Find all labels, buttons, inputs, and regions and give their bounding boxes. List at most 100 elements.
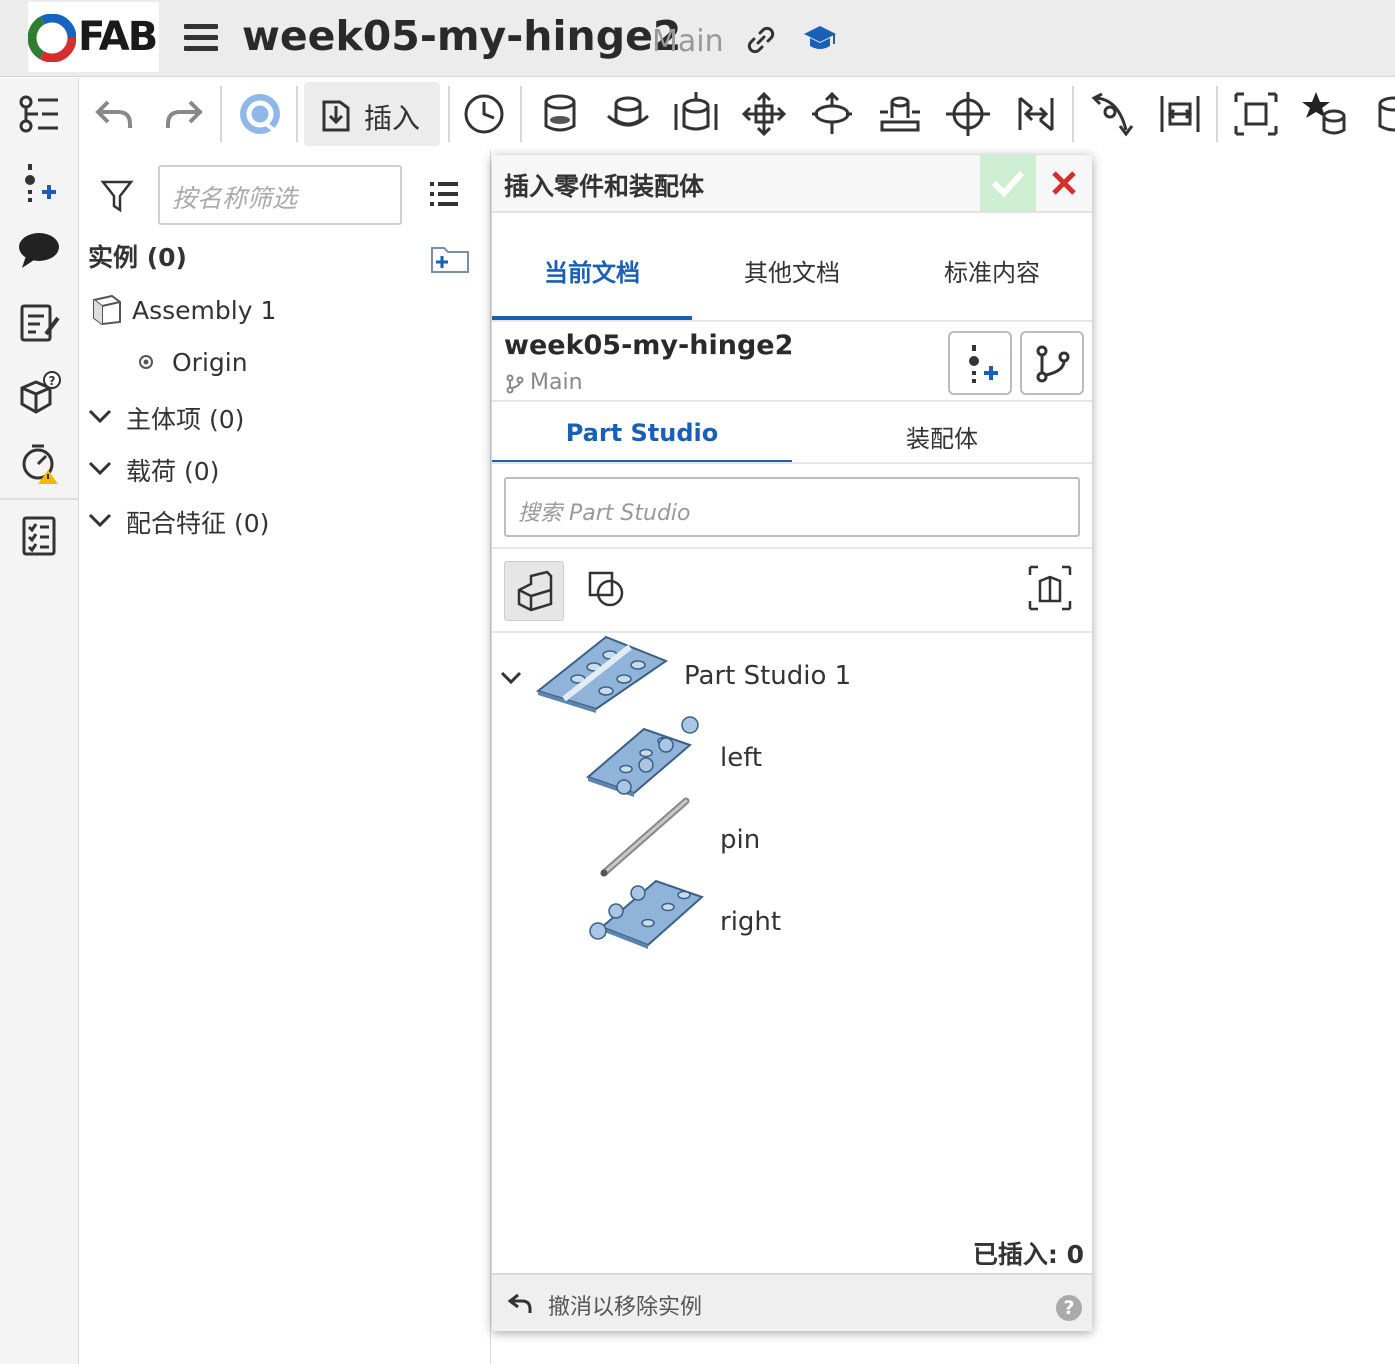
slider-mate-icon[interactable] [672,90,720,138]
subtab-assembly[interactable]: 装配体 [792,419,1092,454]
assembly-item[interactable]: Assembly 1 [132,296,276,325]
undo-hint: 撤消以移除实例 [548,1295,703,1320]
planar-mate-icon[interactable] [740,90,788,138]
insert-feature-button[interactable] [948,331,1012,395]
notes-icon[interactable] [16,300,62,346]
parts-filter-button[interactable] [504,561,564,621]
instances-header: 实例 (0) [88,243,187,272]
cylindrical-mate-icon[interactable] [808,90,856,138]
regenerate-icon[interactable] [236,90,284,138]
part-properties-icon[interactable]: ? [16,370,62,416]
inserted-count: 已插入: 0 [972,1240,1084,1269]
mate-connector-icon[interactable] [1370,90,1395,138]
filter-input[interactable]: 按名称筛选 [158,165,402,225]
origin-item[interactable]: Origin [172,348,248,377]
undo-icon[interactable] [508,1291,534,1315]
redo-icon[interactable] [160,90,208,138]
cancel-button[interactable] [1036,155,1092,211]
fastened-mate-icon[interactable] [536,90,584,138]
document-branch: Main [530,370,583,395]
ball-mate-icon[interactable] [944,90,992,138]
new-folder-icon[interactable] [430,242,470,274]
svg-text:?: ? [49,374,56,388]
tab-current-document[interactable]: 当前文档 [492,253,692,288]
left-rail: ? [0,78,79,1364]
pin-slot-mate-icon[interactable] [876,90,924,138]
insert-label: 插入 [364,102,421,135]
part-right[interactable]: right [720,907,781,937]
toolbar-separator [1072,86,1074,142]
branch-icon [1036,345,1070,383]
group-loads[interactable]: 载荷 (0) [126,452,219,488]
part-filter-bar [492,547,1092,633]
gauge-icon[interactable] [460,90,508,138]
part-pin-thumbnail[interactable] [598,795,692,879]
group-icon[interactable] [1232,90,1280,138]
select-all-icon[interactable] [1028,565,1072,611]
tangent-mate-icon[interactable] [1088,90,1136,138]
solid-part-icon [517,570,553,612]
insert-feature-icon [969,345,998,383]
toolbar-separator [448,86,450,142]
undo-icon[interactable] [90,90,138,138]
menu-icon[interactable] [184,24,218,54]
document-name: week05-my-hinge2 [504,330,794,361]
help-icon[interactable]: ? [1056,1295,1082,1321]
search-input[interactable]: 搜索 Part Studio [504,477,1080,537]
part-pin[interactable]: pin [720,825,760,855]
feature-list-icon[interactable] [16,92,62,138]
document-row: week05-my-hinge2 Main [492,320,1092,402]
accept-button[interactable] [980,155,1036,211]
part-studio-item[interactable]: Part Studio 1 [684,661,851,691]
assembly-icon [93,294,121,326]
checkmark-icon [991,170,1025,198]
group-bodies[interactable]: 主体项 (0) [126,400,244,436]
part-left[interactable]: left [720,743,762,773]
group-mate-features[interactable]: 配合特征 (0) [126,504,269,540]
toolbar-separator [296,86,298,142]
width-mate-icon[interactable] [1156,90,1204,138]
simulation-warning-icon[interactable] [16,440,62,486]
tab-standard-content[interactable]: 标准内容 [892,253,1092,288]
branch-icon [506,374,524,394]
toolbar-separator [220,86,222,142]
rail-divider [0,498,79,500]
feature-tree: 按名称筛选 实例 (0) Assembly 1 Origin 主体项 (0) 载… [80,150,491,1364]
part-right-thumbnail[interactable] [586,877,706,963]
dialog-footer: 撤消以移除实例 ? [492,1273,1092,1331]
insert-button[interactable]: 插入 [304,82,440,146]
chevron-down-icon[interactable] [88,512,112,528]
checklist-icon[interactable] [16,512,62,558]
subtab-part-studio[interactable]: Part Studio [492,419,792,447]
graduation-cap-icon[interactable] [802,22,838,54]
chevron-down-icon[interactable] [88,460,112,476]
dialog-header: 插入零件和装配体 [492,155,1092,213]
parallel-mate-icon[interactable] [1012,90,1060,138]
branch-label[interactable]: Main [652,24,724,59]
surface-sketch-icon[interactable] [586,569,626,609]
fab-logo[interactable]: FAB [28,2,159,72]
origin-icon [139,355,153,369]
replicate-icon[interactable] [1300,90,1348,138]
toolbar: 插入 [80,78,1395,150]
filter-icon[interactable] [100,178,134,214]
fab-logo-icon [28,14,76,62]
chevron-down-icon[interactable] [500,671,522,685]
close-icon [1052,171,1076,195]
list-view-icon[interactable] [428,178,460,210]
insert-dialog: 插入零件和装配体 当前文档 其他文档 标准内容 week05-my-hinge2… [492,155,1092,1331]
part-studio-thumbnail[interactable] [534,633,670,713]
toolbar-separator [1216,86,1218,142]
tab-other-documents[interactable]: 其他文档 [692,253,892,288]
comment-icon[interactable] [16,228,62,274]
top-bar: FAB week05-my-hinge2 Main [0,0,1395,77]
revolute-mate-icon[interactable] [604,90,652,138]
version-history-button[interactable] [1020,331,1084,395]
part-left-thumbnail[interactable] [586,715,706,799]
document-title[interactable]: week05-my-hinge2 [242,12,681,60]
chevron-down-icon[interactable] [88,408,112,424]
dialog-title: 插入零件和装配体 [504,172,705,201]
link-icon[interactable] [745,24,777,56]
logo-text: FAB [78,14,158,60]
insert-feature-icon[interactable] [16,160,62,206]
